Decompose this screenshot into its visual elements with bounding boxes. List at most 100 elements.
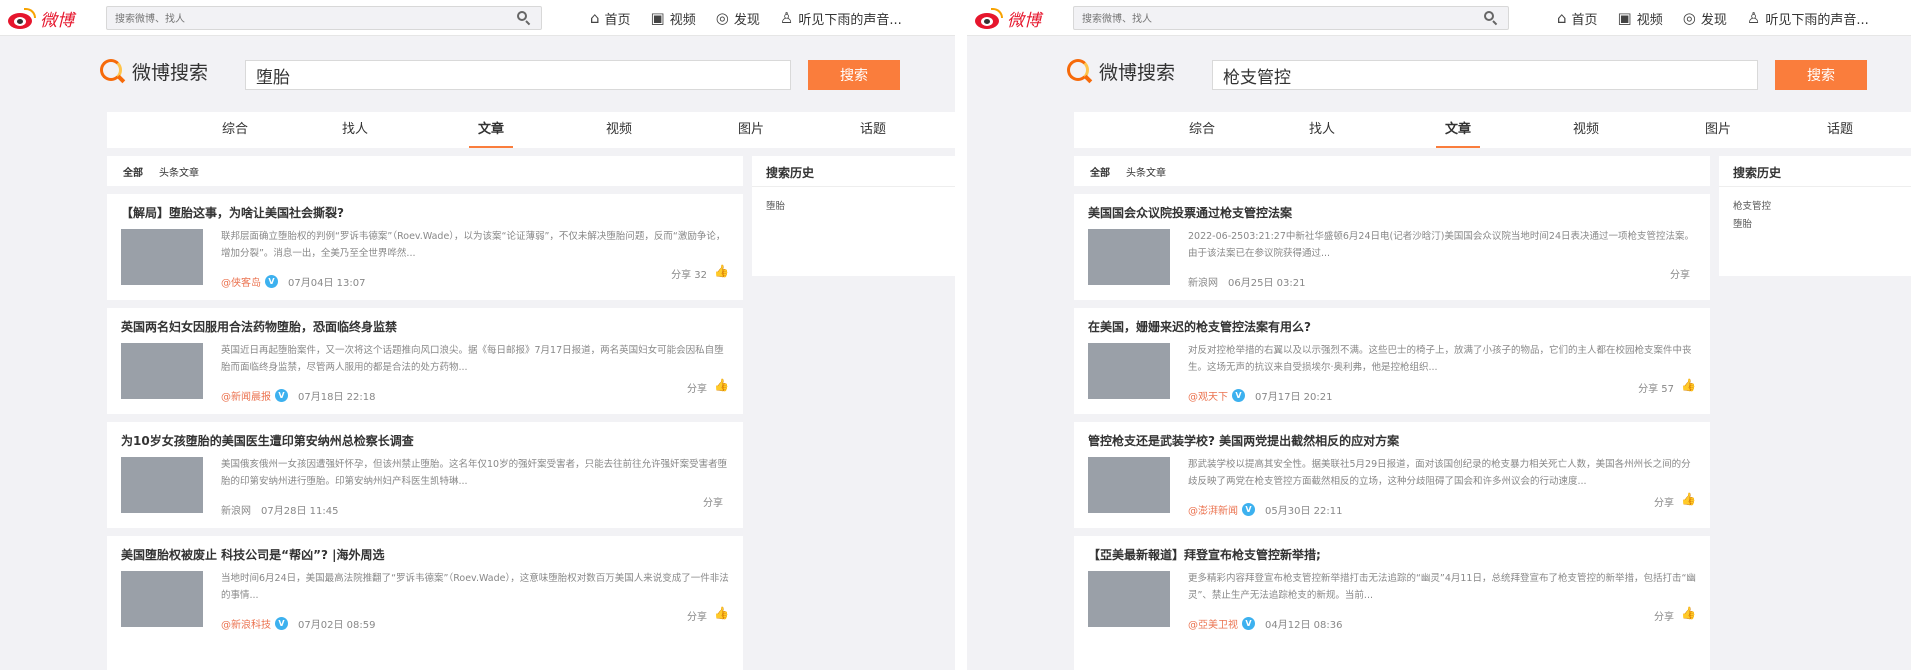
article-thumbnail[interactable] — [1088, 229, 1170, 285]
tab-comprehensive[interactable]: 综合 — [1172, 112, 1232, 148]
article-date: 05月30日 22:11 — [1265, 506, 1343, 517]
divider — [1719, 186, 1911, 187]
share-button[interactable]: 分享 — [1670, 266, 1690, 281]
tab-topics[interactable]: 话题 — [843, 112, 903, 148]
filter-all[interactable]: 全部 — [123, 164, 143, 179]
share-button[interactable]: 分享 — [1654, 608, 1674, 623]
like-icon[interactable]: 👍 — [1681, 378, 1696, 392]
article-thumbnail[interactable] — [1088, 457, 1170, 513]
article-title[interactable]: 英国两名妇女因服用合法药物堕胎，恐面临终身监禁 — [121, 318, 397, 335]
article-title[interactable]: 【解局】堕胎这事，为啥让美国社会撕裂? — [121, 204, 344, 221]
article-card[interactable]: 美国堕胎权被废止 科技公司是“帮凶”? |海外周选 当地时间6月24日，美国最高… — [107, 528, 743, 634]
top-search-input[interactable] — [1074, 8, 1464, 31]
article-title[interactable]: 为10岁女孩堕胎的美国医生遭印第安纳州总检察长调查 — [121, 432, 414, 449]
nav-user[interactable]: ♙ 听见下雨的声音... — [1747, 9, 1869, 28]
nav-video[interactable]: ▣ 视频 — [651, 9, 696, 28]
article-title[interactable]: 管控枪支还是武装学校? 美国两党提出截然相反的应对方案 — [1088, 432, 1399, 449]
tab-articles[interactable]: 文章 — [1428, 112, 1488, 148]
share-button[interactable]: 分享 — [687, 380, 707, 395]
search-history-panel: 搜索历史 堕胎 — [752, 156, 955, 276]
filter-headline[interactable]: 头条文章 — [1126, 164, 1166, 179]
like-icon[interactable]: 👍 — [714, 264, 729, 278]
article-thumbnail[interactable] — [121, 229, 203, 285]
search-icon[interactable] — [1484, 11, 1498, 26]
article-date: 07月18日 22:18 — [298, 392, 376, 403]
article-author[interactable]: @澎湃新闻 — [1188, 502, 1238, 517]
article-excerpt: 对反对控枪举措的右翼以及以示强烈不满。这些巴士的椅子上，放满了小孩子的物品，它们… — [1188, 345, 1692, 373]
nav-video[interactable]: ▣ 视频 — [1618, 9, 1663, 28]
like-icon[interactable]: 👍 — [714, 378, 729, 392]
main-search-input[interactable] — [246, 61, 766, 89]
tab-people[interactable]: 找人 — [1292, 112, 1352, 148]
filter-headline[interactable]: 头条文章 — [159, 164, 199, 179]
article-card[interactable]: 为10岁女孩堕胎的美国医生遭印第安纳州总检察长调查 美国俄亥俄州一女孩因遭强奸怀… — [107, 414, 743, 520]
nav-home[interactable]: ⌂ 首页 — [590, 9, 631, 28]
nav-discover[interactable]: ◎ 发现 — [716, 9, 760, 28]
tab-topics[interactable]: 话题 — [1810, 112, 1870, 148]
top-search-box[interactable] — [1073, 6, 1509, 31]
verified-icon: V — [1232, 389, 1245, 402]
article-thumbnail[interactable] — [121, 571, 203, 627]
article-author[interactable]: @新浪科技 — [221, 616, 271, 631]
history-item[interactable]: 堕胎 — [766, 198, 785, 212]
article-author[interactable]: @亞美卫视 — [1188, 616, 1238, 631]
top-search-input[interactable] — [107, 8, 497, 31]
article-date: 04月12日 08:36 — [1265, 620, 1343, 631]
tab-comprehensive[interactable]: 综合 — [205, 112, 265, 148]
tab-articles[interactable]: 文章 — [461, 112, 521, 148]
weibo-logo[interactable]: 微博 — [8, 6, 74, 31]
share-button[interactable]: 分享 — [703, 494, 723, 509]
filter-all[interactable]: 全部 — [1090, 164, 1110, 179]
article-thumbnail[interactable] — [121, 457, 203, 513]
share-button[interactable]: 分享 32 — [671, 266, 707, 281]
article-card[interactable]: 【亞美最新報道】拜登宣布枪支管控新举措; 更多精彩内容拜登宣布枪支管控新举措打击… — [1074, 528, 1710, 634]
article-title[interactable]: 美国国会众议院投票通过枪支管控法案 — [1088, 204, 1292, 221]
tab-images[interactable]: 图片 — [1688, 112, 1748, 148]
tab-video[interactable]: 视频 — [589, 112, 649, 148]
article-thumbnail[interactable] — [121, 343, 203, 399]
article-card[interactable]: 管控枪支还是武装学校? 美国两党提出截然相反的应对方案 那武装学校以提高其安全性… — [1074, 414, 1710, 520]
like-icon[interactable]: 👍 — [1681, 606, 1696, 620]
article-thumbnail[interactable] — [1088, 343, 1170, 399]
nav-discover[interactable]: ◎ 发现 — [1683, 9, 1727, 28]
like-icon[interactable]: 👍 — [714, 606, 729, 620]
top-navbar: 微博 ⌂首页 ▣视频 ◎发现 ♙听见下雨的声音... — [0, 0, 955, 36]
tab-images[interactable]: 图片 — [721, 112, 781, 148]
article-author[interactable]: 新浪网 — [1188, 274, 1218, 289]
search-button[interactable]: 搜索 — [1775, 60, 1867, 90]
logo-text: 微博 — [40, 11, 74, 31]
article-card[interactable]: 在美国，姗姗来迟的枪支管控法案有用么? 对反对控枪举措的右翼以及以示强烈不满。这… — [1074, 300, 1710, 406]
article-thumbnail[interactable] — [1088, 571, 1170, 627]
weibo-search-screen-right: 微博 ⌂首页 ▣视频 ◎发现 ♙听见下雨的声音... 微博搜索 搜索 — [967, 0, 1911, 670]
article-author[interactable]: @侠客岛 — [221, 274, 261, 289]
top-search-box[interactable] — [106, 6, 542, 31]
tab-video[interactable]: 视频 — [1556, 112, 1616, 148]
article-card[interactable]: 英国两名妇女因服用合法药物堕胎，恐面临终身监禁 英国近日再起堕胎案件，又一次将这… — [107, 300, 743, 406]
weibo-logo[interactable]: 微博 — [975, 6, 1041, 31]
search-button[interactable]: 搜索 — [808, 60, 900, 90]
article-title[interactable]: 在美国，姗姗来迟的枪支管控法案有用么? — [1088, 318, 1311, 335]
history-item[interactable]: 枪支管控 — [1733, 198, 1771, 212]
article-title[interactable]: 美国堕胎权被废止 科技公司是“帮凶”? |海外周选 — [121, 546, 384, 563]
article-title[interactable]: 【亞美最新報道】拜登宣布枪支管控新举措; — [1088, 546, 1321, 563]
article-meta: @亞美卫视 V 04月12日 08:36 — [1188, 616, 1342, 631]
main-search-input[interactable] — [1213, 61, 1733, 89]
share-button[interactable]: 分享 — [1654, 494, 1674, 509]
share-button[interactable]: 分享 57 — [1638, 380, 1674, 395]
article-author[interactable]: @新闻晨报 — [221, 388, 271, 403]
tab-people[interactable]: 找人 — [325, 112, 385, 148]
search-logo-icon — [100, 58, 126, 85]
nav-home[interactable]: ⌂ 首页 — [1557, 9, 1598, 28]
article-author[interactable]: 新浪网 — [221, 502, 251, 517]
article-author[interactable]: @观天下 — [1188, 388, 1228, 403]
like-icon[interactable]: 👍 — [1681, 492, 1696, 506]
share-button[interactable]: 分享 — [687, 608, 707, 623]
article-meta: 新浪网 07月28日 11:45 — [221, 502, 338, 517]
search-icon[interactable] — [517, 11, 531, 26]
history-item[interactable]: 堕胎 — [1733, 216, 1752, 230]
main-search-box[interactable] — [245, 60, 791, 90]
article-card[interactable]: 美国国会众议院投票通过枪支管控法案 2022-06-2503:21:27中新社华… — [1074, 186, 1710, 292]
nav-user[interactable]: ♙ 听见下雨的声音... — [780, 9, 902, 28]
main-search-box[interactable] — [1212, 60, 1758, 90]
article-card[interactable]: 【解局】堕胎这事，为啥让美国社会撕裂? 联邦层面确立堕胎权的判例“罗诉韦德案”（… — [107, 186, 743, 292]
